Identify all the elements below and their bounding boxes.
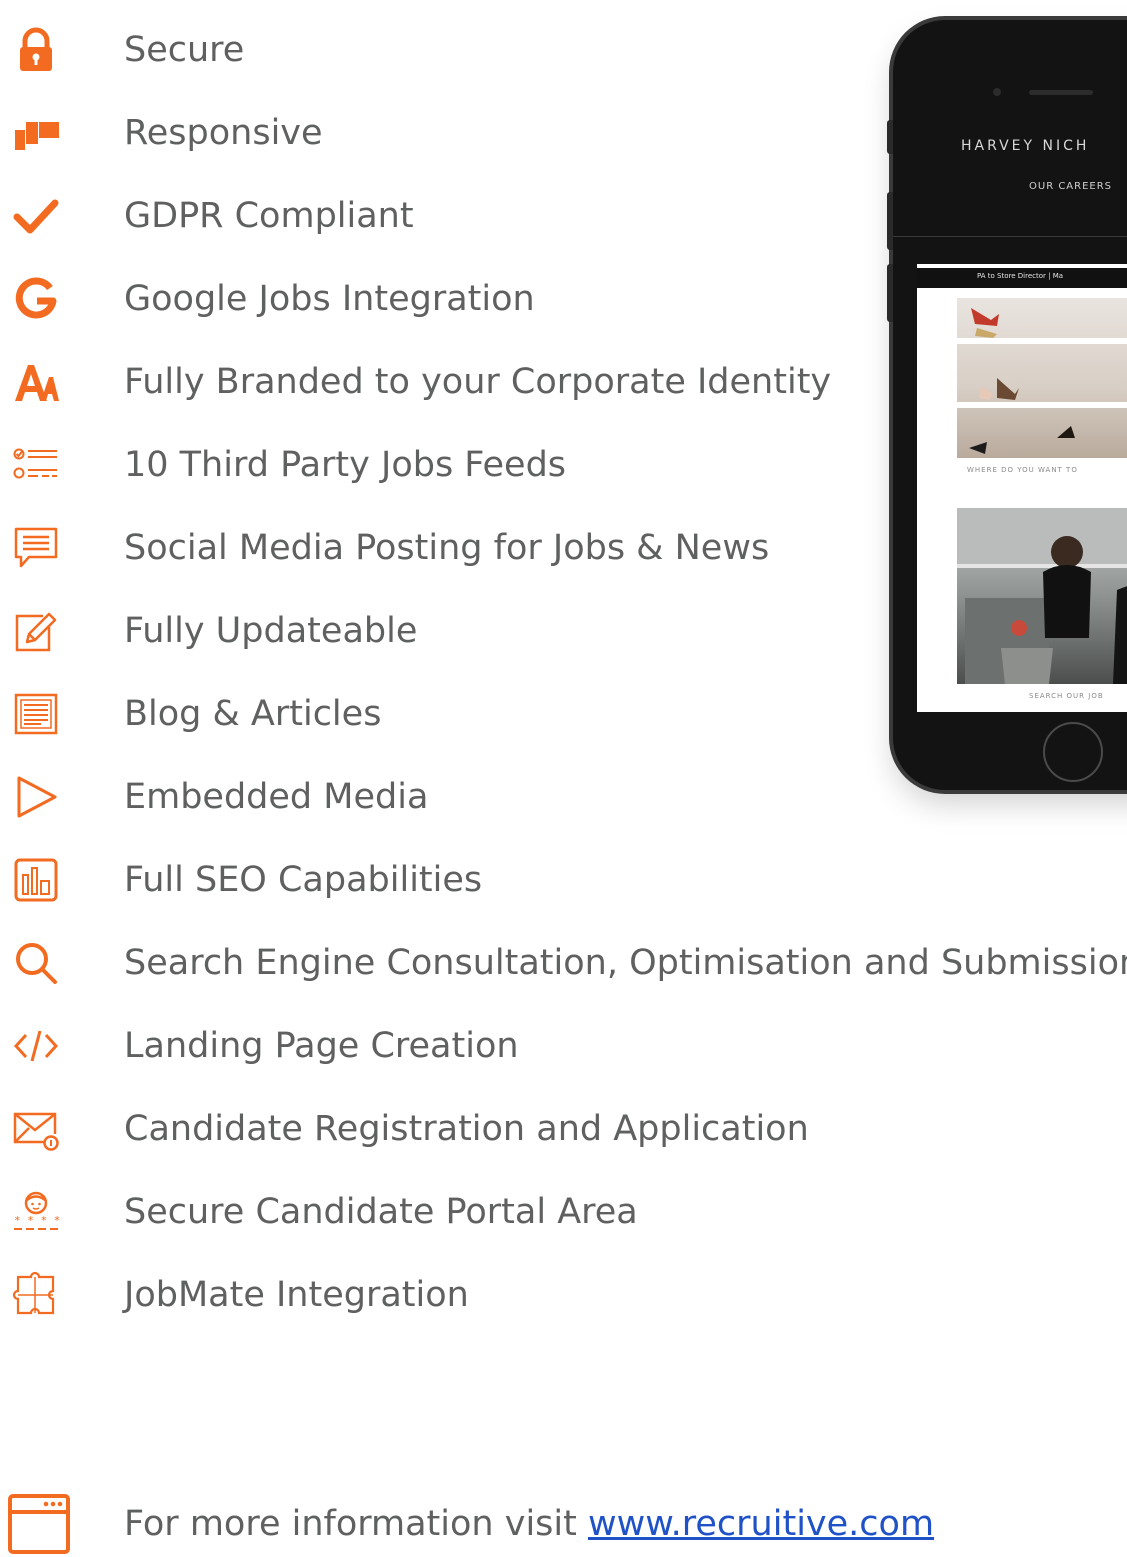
feature-label: JobMate Integration: [124, 1275, 469, 1315]
article-icon: [4, 690, 68, 738]
feature-item: JobMate Integration: [0, 1253, 1127, 1336]
play-icon: [4, 773, 68, 821]
phone-side-button: [887, 120, 893, 154]
footer-prefix: For more information visit: [124, 1504, 588, 1544]
footer: For more information visit www.recruitiv…: [0, 1488, 1127, 1557]
phone-side-button: [887, 264, 893, 322]
phone-careers-link: OUR CAREERS: [1029, 181, 1113, 192]
phone-mockup: HARVEY NICH OUR CAREERS PA to Store Dire…: [887, 20, 1127, 790]
puzzle-icon: [4, 1271, 68, 1319]
font-branding-icon: [4, 358, 68, 406]
feature-label: Fully Updateable: [124, 611, 418, 651]
code-icon: [4, 1022, 68, 1070]
feature-label: Secure Candidate Portal Area: [124, 1192, 638, 1232]
feature-label: GDPR Compliant: [124, 196, 414, 236]
feature-label: Candidate Registration and Application: [124, 1109, 809, 1149]
feature-item: * * * * Secure Candidate Portal Area: [0, 1170, 1127, 1253]
kitchen-photo: [957, 508, 1127, 684]
google-g-icon: [4, 275, 68, 323]
phone-side-button: [887, 192, 893, 250]
phone-camera: [993, 88, 1001, 96]
svg-text:* * * *: * * * *: [14, 1214, 60, 1227]
user-password-icon: * * * *: [4, 1188, 68, 1236]
feature-item: Candidate Registration and Application: [0, 1087, 1127, 1170]
magnifier-icon: [4, 939, 68, 987]
envelope-icon: [4, 1105, 68, 1153]
photo-caption: WHERE DO YOU WANT TO: [967, 466, 1078, 474]
phone-screen: PA to Store Director | Ma WHERE DO YOU W…: [917, 264, 1127, 712]
feature-item: Full SEO Capabilities: [0, 838, 1127, 921]
feature-item: Search Engine Consultation, Optimisation…: [0, 921, 1127, 1004]
browser-window-icon: [8, 1492, 72, 1556]
feature-label: Social Media Posting for Jobs & News: [124, 528, 770, 568]
page: Secure Responsive GDPR Compliant Google …: [0, 0, 1127, 1557]
phone-divider: [893, 236, 1127, 237]
feature-label: Search Engine Consultation, Optimisation…: [124, 943, 1127, 983]
bar-chart-icon: [4, 856, 68, 904]
feature-label: Fully Branded to your Corporate Identity: [124, 362, 832, 402]
shoe-store-photo: [957, 298, 1127, 458]
feature-label: Google Jobs Integration: [124, 279, 535, 319]
phone-home-button: [1043, 722, 1103, 782]
edit-pencil-icon: [4, 607, 68, 655]
feature-label: Secure: [124, 30, 245, 70]
feature-item: Landing Page Creation: [0, 1004, 1127, 1087]
speech-bubble-icon: [4, 524, 68, 572]
feature-label: Responsive: [124, 113, 323, 153]
recruitive-link[interactable]: www.recruitive.com: [588, 1504, 934, 1544]
feature-label: Blog & Articles: [124, 694, 382, 734]
phone-speaker: [1029, 90, 1093, 95]
photo-caption: SEARCH OUR JOB: [1029, 692, 1104, 700]
checklist-icon: [4, 441, 68, 489]
responsive-devices-icon: [4, 109, 68, 157]
feature-label: 10 Third Party Jobs Feeds: [124, 445, 567, 485]
padlock-icon: [4, 26, 68, 74]
feature-label: Full SEO Capabilities: [124, 860, 483, 900]
footer-text: For more information visit www.recruitiv…: [124, 1502, 934, 1546]
job-title-text: PA to Store Director | Ma: [977, 272, 1064, 280]
checkmark-icon: [4, 192, 68, 240]
job-title-bar: PA to Store Director | Ma: [917, 268, 1127, 288]
phone-brand-title: HARVEY NICH: [961, 138, 1090, 154]
feature-label: Embedded Media: [124, 777, 429, 817]
feature-label: Landing Page Creation: [124, 1026, 519, 1066]
